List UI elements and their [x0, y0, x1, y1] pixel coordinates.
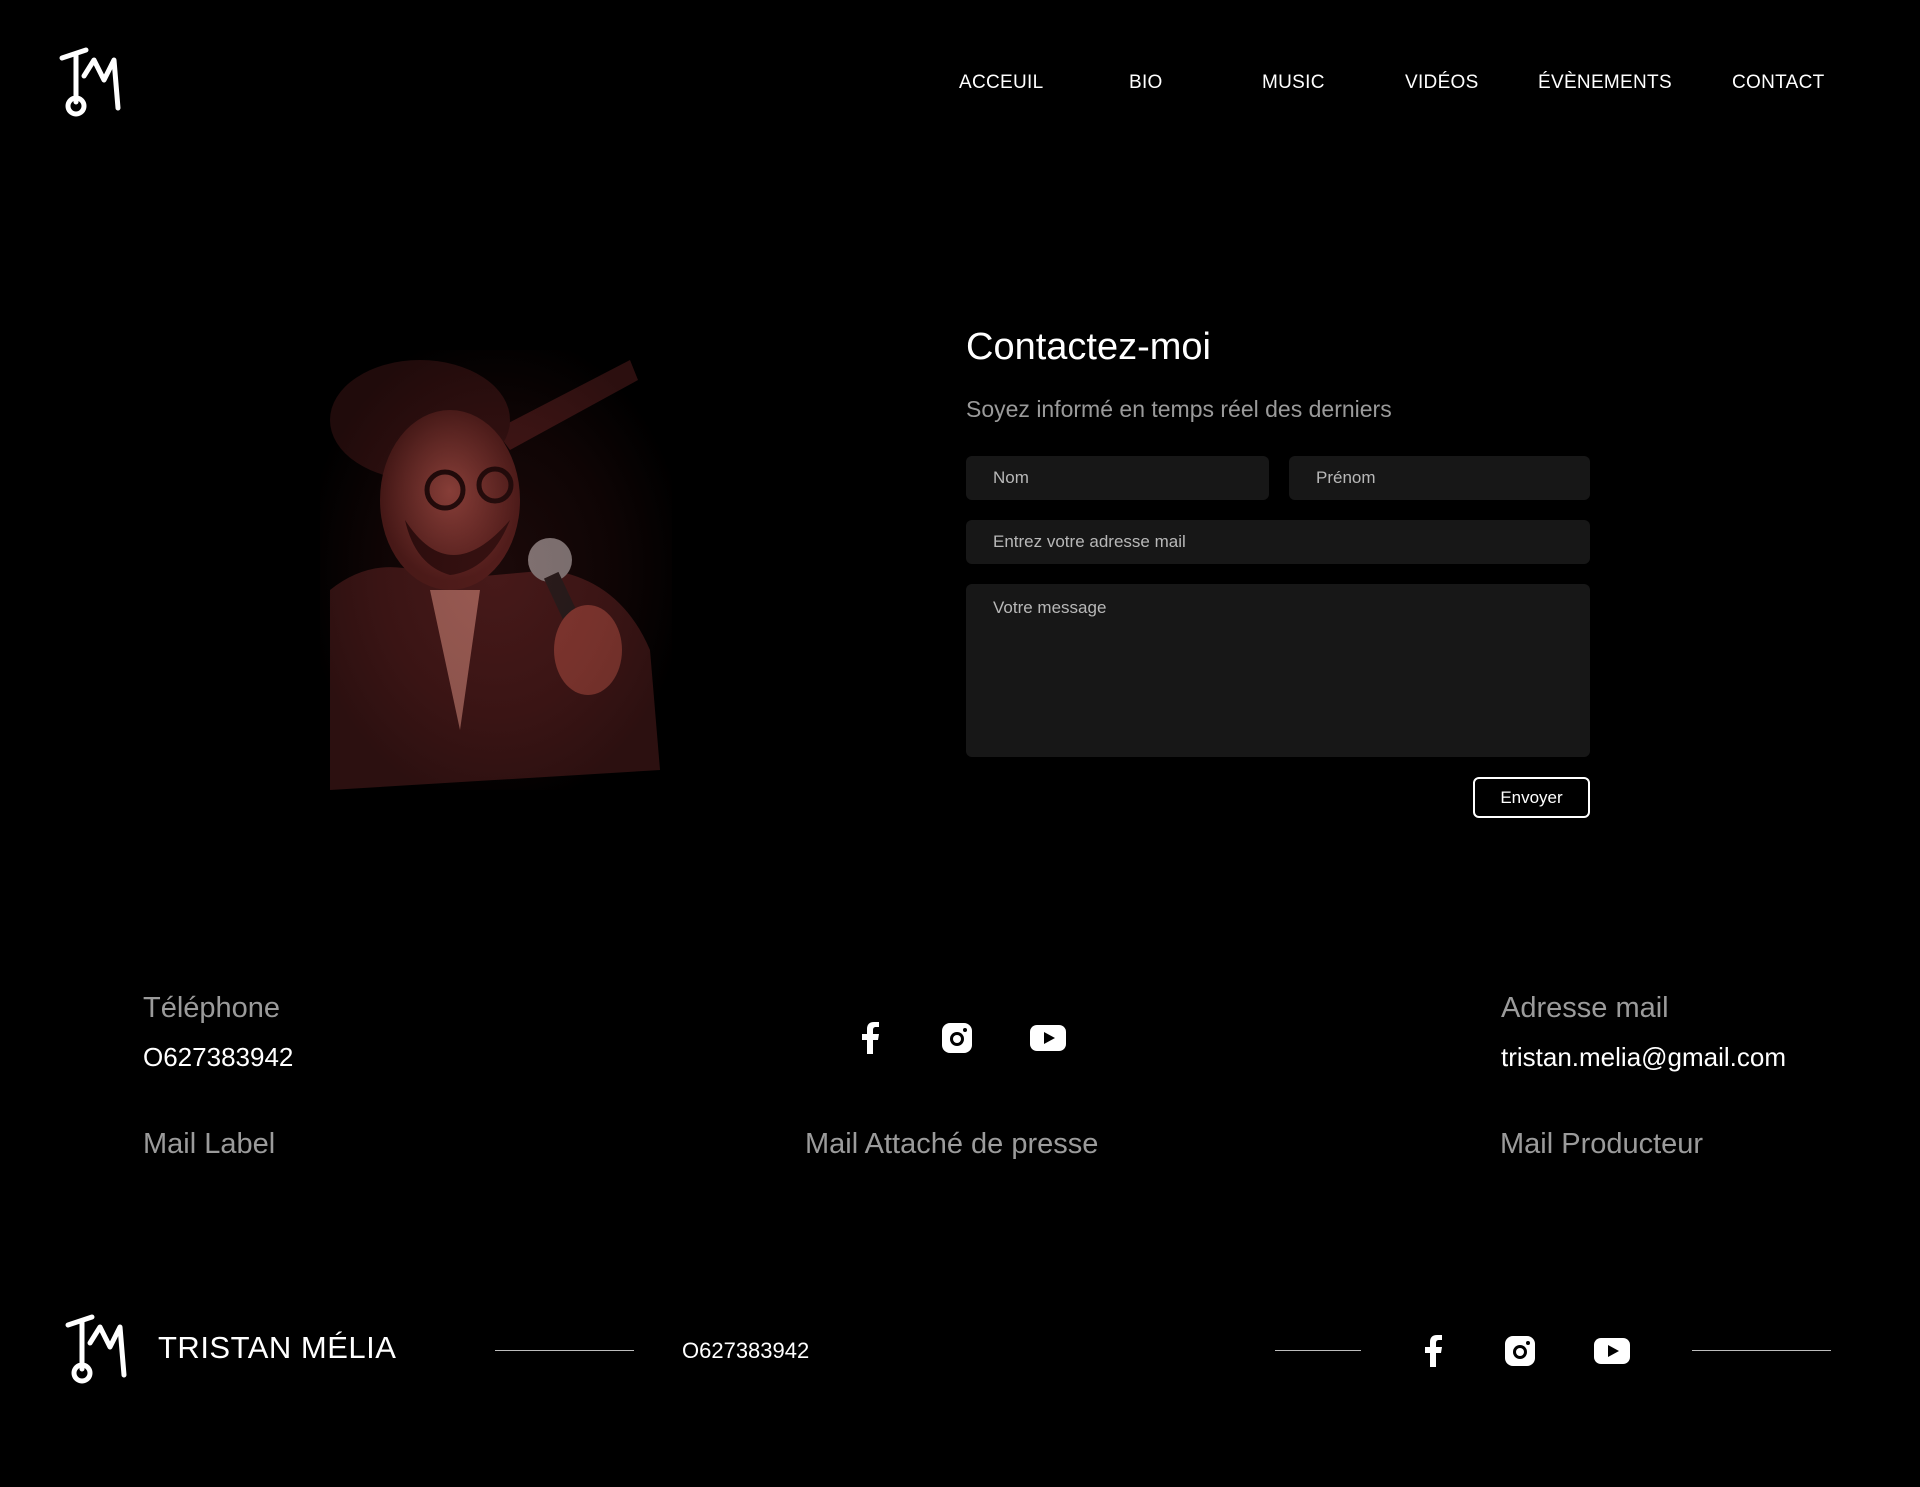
email-value[interactable]: tristan.melia@gmail.com [1501, 1042, 1786, 1073]
nav-item-music[interactable]: MUSIC [1262, 72, 1325, 94]
nav-item-acceuil[interactable]: ACCEUIL [959, 72, 1043, 94]
footer-divider [1692, 1350, 1831, 1351]
artist-photo [320, 350, 672, 790]
facebook-icon[interactable] [850, 1018, 890, 1058]
mail-press-link[interactable]: Mail Attaché de presse [805, 1128, 1098, 1161]
footer-logo[interactable] [64, 1313, 128, 1390]
phone-label: Téléphone [143, 992, 281, 1024]
nav-item-contact[interactable]: CONTACT [1732, 72, 1825, 94]
footer-divider [1275, 1350, 1361, 1351]
footer-instagram-icon[interactable] [1500, 1331, 1540, 1371]
email-input[interactable] [966, 520, 1590, 564]
footer-phone[interactable]: O627383942 [682, 1338, 809, 1364]
main-nav: ACCEUIL BIO MUSIC VIDÉOS ÉVÈNEMENTS CONT… [0, 72, 1920, 96]
youtube-icon[interactable] [1028, 1018, 1068, 1058]
footer-facebook-icon[interactable] [1413, 1331, 1453, 1371]
tm-monogram-icon [65, 1314, 127, 1384]
prenom-input[interactable] [1289, 456, 1590, 500]
contact-title: Contactez-moi [966, 326, 1211, 368]
contact-subtitle: Soyez informé en temps réel des derniers [966, 396, 1392, 422]
nav-item-videos[interactable]: VIDÉOS [1405, 72, 1479, 94]
instagram-icon[interactable] [937, 1018, 977, 1058]
footer-youtube-icon[interactable] [1592, 1331, 1632, 1371]
footer-artist-name: TRISTAN MÉLIA [158, 1330, 397, 1365]
footer-divider [495, 1350, 634, 1351]
message-textarea[interactable] [966, 584, 1590, 757]
mail-label-link[interactable]: Mail Label [143, 1128, 275, 1161]
send-button[interactable]: Envoyer [1473, 777, 1590, 818]
email-label: Adresse mail [1501, 992, 1669, 1024]
nav-item-evenements[interactable]: ÉVÈNEMENTS [1538, 72, 1672, 94]
nom-input[interactable] [966, 456, 1269, 500]
mail-producer-link[interactable]: Mail Producteur [1500, 1128, 1703, 1161]
nav-item-bio[interactable]: BIO [1129, 72, 1163, 94]
phone-value[interactable]: O627383942 [143, 1042, 293, 1073]
